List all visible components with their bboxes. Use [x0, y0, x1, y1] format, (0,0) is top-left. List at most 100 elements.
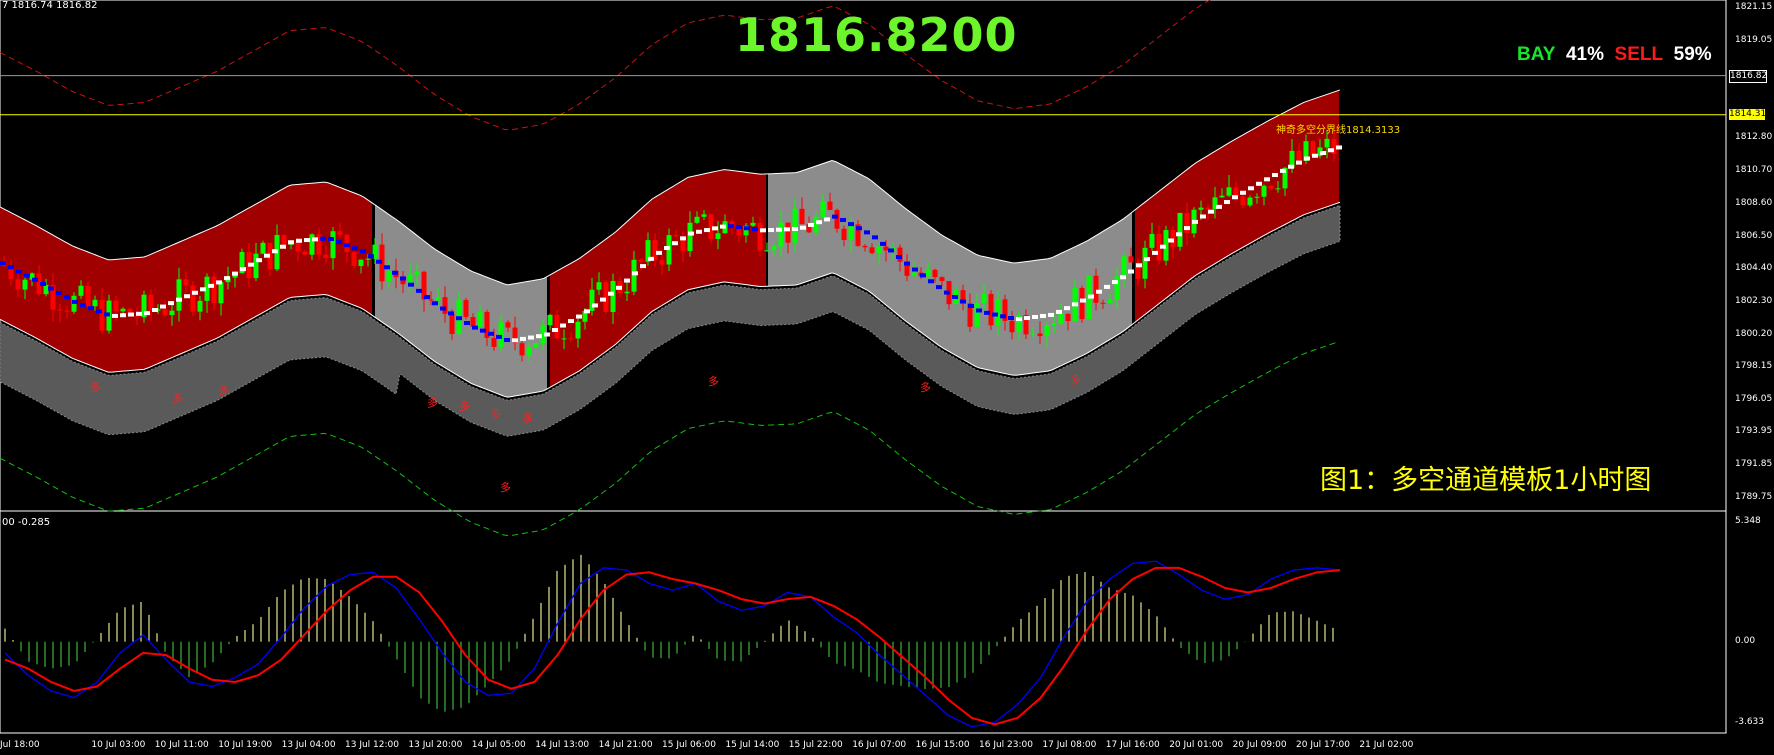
trend-step: [536, 334, 542, 339]
long-signal-marker-2: 多: [218, 383, 229, 397]
trend-step: [1224, 200, 1230, 205]
trend-step: [776, 227, 782, 232]
trend-step: [216, 280, 222, 285]
trend-step: [456, 316, 462, 321]
candle-body: [183, 279, 189, 286]
candle-body: [876, 246, 882, 254]
candle-body: [323, 254, 329, 259]
trend-step: [936, 285, 942, 290]
candle-body: [820, 201, 826, 217]
candle-body: [113, 300, 119, 312]
trend-step: [32, 277, 38, 282]
candle-body: [99, 299, 105, 331]
time-tick-label: 15 Jul 06:00: [662, 740, 716, 750]
trend-step: [1088, 294, 1094, 299]
price-tick-label: 1802.30: [1735, 296, 1773, 307]
candle-body: [1247, 197, 1253, 206]
price-tick-label: 1808.60: [1735, 197, 1773, 208]
trend-step: [256, 258, 262, 263]
trend-step: [576, 314, 582, 319]
trend-step: [1000, 314, 1006, 319]
trend-step: [72, 299, 78, 304]
trend-step: [504, 337, 510, 342]
candle-body: [498, 322, 504, 347]
candle-body: [778, 222, 784, 247]
sell-label: SELL: [1614, 44, 1664, 65]
candle-body: [337, 231, 343, 235]
price-tick-label: 1796.05: [1735, 393, 1773, 404]
candle-body: [463, 300, 469, 318]
trend-step: [656, 250, 662, 255]
long-signal-marker-7: 多: [708, 374, 719, 388]
candle-body: [603, 282, 609, 312]
long-signal-marker-3: 多: [427, 396, 438, 410]
trend-step: [608, 291, 614, 296]
candle-body: [1009, 320, 1015, 333]
trend-step: [880, 241, 886, 246]
trend-step: [992, 312, 998, 317]
trend-step: [960, 299, 966, 304]
candle-body: [477, 312, 483, 327]
candle-body: [85, 285, 91, 307]
candle-body: [771, 246, 777, 251]
candle-body: [596, 282, 602, 290]
trend-step: [528, 335, 534, 340]
trend-step: [968, 304, 974, 309]
trend-step: [896, 255, 902, 260]
trend-step: [1168, 238, 1174, 243]
trend-step: [336, 240, 342, 245]
trend-step: [1184, 226, 1190, 231]
trend-step: [200, 287, 206, 292]
candle-body: [64, 310, 70, 312]
trend-step: [432, 301, 438, 306]
trend-step: [1144, 257, 1150, 262]
candle-body: [694, 216, 700, 223]
trend-step: [384, 265, 390, 270]
trend-step: [1240, 190, 1246, 195]
candle-body: [428, 299, 434, 301]
trend-step: [920, 273, 926, 278]
price-tick-label: 1793.95: [1735, 426, 1773, 437]
trend-step: [328, 236, 334, 241]
trend-step: [248, 262, 254, 267]
trend-step: [872, 235, 878, 240]
trend-step: [1328, 148, 1334, 153]
candle-body: [785, 222, 791, 243]
price-chart: 多多多多 多多 多多 多多多: [0, 0, 1727, 734]
trend-step: [824, 217, 830, 222]
candle-body: [1296, 150, 1302, 162]
trend-step: [168, 301, 174, 306]
candle-body: [610, 280, 616, 312]
trend-step: [1320, 150, 1326, 155]
price-tick-label: 1821.15: [1735, 2, 1773, 12]
candle-body: [673, 235, 679, 237]
trend-step: [592, 303, 598, 308]
candle-body: [78, 285, 84, 296]
candle-body: [715, 233, 721, 239]
time-tick-label: 15 Jul 22:00: [788, 740, 843, 750]
upper-envelope: [0, 0, 1211, 131]
trend-step: [696, 229, 702, 234]
trend-step: [616, 285, 622, 290]
trend-step: [392, 270, 398, 275]
candle-body: [470, 317, 476, 327]
trend-step: [1024, 316, 1030, 321]
candle-body: [1093, 275, 1099, 303]
trend-step: [8, 265, 14, 270]
time-tick-label: 13 Jul 04:00: [281, 740, 336, 750]
candle-body: [211, 276, 217, 304]
price-tick-label: 1816.82: [1729, 69, 1768, 83]
candle-body: [1149, 233, 1155, 248]
trend-step: [440, 306, 446, 311]
trend-step: [280, 244, 286, 249]
trend-step: [544, 332, 550, 337]
trend-step: [1304, 156, 1310, 161]
divider-line-annotation: 神奇多空分界线1814.3133: [1276, 125, 1401, 136]
trend-step: [56, 290, 62, 295]
trend-step: [288, 240, 294, 245]
trend-step: [888, 248, 894, 253]
candle-body: [1177, 212, 1183, 247]
candle-body: [281, 235, 287, 245]
price-tick-label: 1810.70: [1735, 165, 1773, 176]
candle-body: [841, 228, 847, 241]
